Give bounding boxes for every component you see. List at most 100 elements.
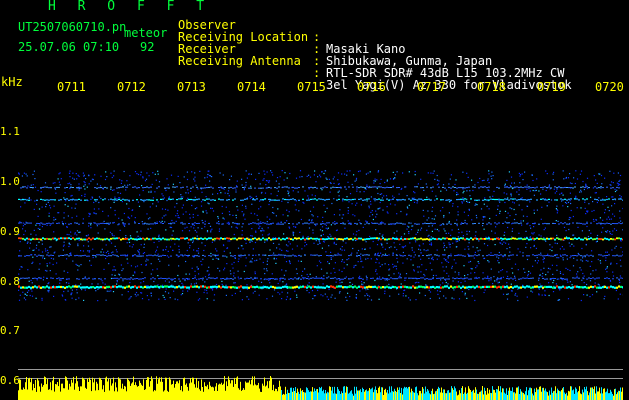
noise-pixel — [155, 249, 158, 251]
carrier-pixel — [102, 286, 104, 289]
carrier-pixel — [262, 187, 264, 189]
level-bar — [178, 383, 179, 400]
noise-pixel — [206, 231, 209, 233]
level-bar — [491, 393, 492, 400]
noise-pixel — [588, 229, 590, 232]
carrier-pixel — [338, 278, 340, 280]
carrier-pixel — [238, 254, 240, 256]
carrier-pixel — [90, 238, 92, 241]
carrier-pixel — [136, 255, 138, 257]
carrier-pixel — [600, 254, 602, 256]
level-bar — [399, 387, 400, 400]
noise-pixel — [357, 261, 359, 263]
carrier-pixel — [388, 286, 390, 289]
carrier-pixel — [108, 285, 110, 288]
carrier-pixel — [46, 254, 48, 256]
carrier-pixel — [404, 186, 406, 188]
noise-pixel — [617, 298, 619, 300]
carrier-pixel — [550, 278, 552, 280]
carrier-pixel — [152, 223, 154, 225]
noise-pixel — [150, 263, 152, 265]
level-bar — [67, 380, 68, 400]
carrier-pixel — [496, 254, 498, 256]
noise-pixel — [385, 195, 388, 197]
carrier-pixel — [560, 238, 562, 241]
carrier-pixel — [220, 199, 222, 201]
noise-pixel — [390, 246, 392, 248]
carrier-pixel — [338, 238, 340, 240]
noise-pixel — [468, 242, 470, 244]
level-bar — [577, 392, 578, 400]
noise-pixel — [265, 268, 268, 270]
noise-pixel — [140, 264, 142, 266]
level-bar — [412, 391, 413, 400]
noise-pixel — [294, 204, 296, 206]
carrier-pixel — [254, 237, 256, 240]
noise-pixel — [323, 204, 325, 206]
carrier-pixel — [66, 254, 68, 256]
noise-pixel — [176, 212, 178, 215]
noise-pixel — [533, 232, 535, 234]
noise-pixel — [572, 265, 575, 267]
carrier-pixel — [84, 277, 86, 279]
carrier-pixel — [94, 255, 96, 256]
carrier-pixel — [250, 187, 252, 189]
carrier-pixel — [88, 255, 90, 257]
noise-pixel — [355, 264, 357, 266]
carrier-pixel — [524, 199, 526, 201]
carrier-pixel — [464, 277, 466, 279]
carrier-pixel — [48, 238, 50, 240]
carrier-pixel — [204, 285, 206, 288]
carrier-pixel — [232, 255, 234, 257]
noise-pixel — [619, 217, 621, 219]
level-bar — [507, 395, 508, 400]
level-bar — [39, 386, 40, 400]
level-bar — [137, 386, 138, 400]
noise-pixel — [71, 217, 73, 219]
noise-pixel — [611, 249, 613, 251]
carrier-pixel — [18, 255, 20, 257]
noise-pixel — [488, 261, 490, 263]
noise-pixel — [332, 178, 334, 180]
noise-pixel — [486, 205, 488, 207]
carrier-pixel — [266, 238, 268, 241]
noise-pixel — [307, 195, 309, 197]
carrier-pixel — [594, 198, 596, 200]
level-bar — [468, 386, 469, 400]
carrier-pixel — [260, 238, 262, 241]
carrier-pixel — [594, 278, 596, 280]
noise-pixel — [580, 191, 582, 193]
noise-pixel — [88, 175, 90, 177]
noise-pixel — [376, 258, 378, 261]
noise-pixel — [210, 252, 212, 255]
noise-pixel — [580, 189, 582, 191]
carrier-pixel — [374, 285, 376, 288]
noise-pixel — [62, 295, 64, 297]
noise-pixel — [320, 294, 322, 296]
noise-pixel — [197, 227, 199, 229]
noise-pixel — [122, 280, 124, 282]
carrier-pixel — [426, 198, 428, 201]
noise-pixel — [98, 196, 101, 198]
noise-pixel — [612, 275, 615, 277]
level-bar — [616, 394, 617, 400]
noise-pixel — [254, 213, 256, 215]
noise-pixel — [579, 267, 581, 269]
carrier-pixel — [622, 238, 623, 241]
noise-pixel — [487, 275, 489, 277]
carrier-pixel — [218, 198, 220, 200]
carrier-pixel — [502, 285, 504, 288]
noise-pixel — [268, 180, 271, 182]
noise-pixel — [88, 215, 90, 217]
level-bar — [213, 387, 214, 400]
carrier-pixel — [134, 222, 136, 224]
noise-pixel — [554, 242, 556, 244]
carrier-pixel — [188, 286, 190, 289]
noise-pixel — [200, 260, 202, 262]
noise-pixel — [506, 271, 508, 273]
carrier-pixel — [92, 286, 94, 289]
carrier-pixel — [314, 223, 316, 225]
noise-pixel — [78, 297, 80, 299]
noise-pixel — [156, 268, 158, 270]
noise-pixel — [438, 297, 441, 299]
